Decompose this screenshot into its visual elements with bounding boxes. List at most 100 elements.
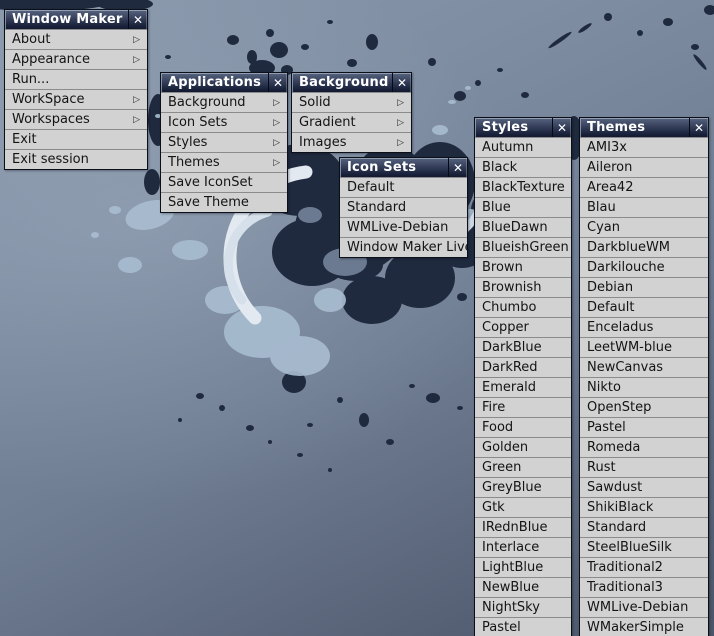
close-button[interactable]: ✕: [268, 73, 287, 92]
menu-item[interactable]: Workspaces ▷: [5, 109, 147, 129]
menu-item[interactable]: Standard: [340, 197, 467, 217]
menu-item[interactable]: Pastel: [580, 417, 708, 437]
menu-item[interactable]: Background ▷: [161, 92, 287, 112]
menu-item[interactable]: Interlace: [475, 537, 571, 557]
menu-item-label: Green: [482, 460, 521, 475]
menu-item[interactable]: Emerald: [475, 377, 571, 397]
menu-item[interactable]: ShikiBlack: [580, 497, 708, 517]
menu-item[interactable]: WMLive-Debian: [580, 597, 708, 617]
menu-item[interactable]: Save IconSet: [161, 172, 287, 192]
close-button[interactable]: ✕: [448, 158, 467, 177]
menu-item[interactable]: BlueDawn: [475, 217, 571, 237]
menu-item[interactable]: NewBlue: [475, 577, 571, 597]
menu-item[interactable]: Window Maker Live: [340, 237, 467, 257]
menu-item[interactable]: Enceladus: [580, 317, 708, 337]
close-button[interactable]: ✕: [552, 118, 571, 137]
menu-item[interactable]: NightSky: [475, 597, 571, 617]
menu-item[interactable]: Area42: [580, 177, 708, 197]
menu-item[interactable]: DarkRed: [475, 357, 571, 377]
menu-item[interactable]: OpenStep: [580, 397, 708, 417]
menu-item[interactable]: Fire: [475, 397, 571, 417]
menu-item[interactable]: Gtk: [475, 497, 571, 517]
menu-item-label: Run...: [12, 72, 49, 87]
menu-item[interactable]: Cyan: [580, 217, 708, 237]
menu-item-label: Autumn: [482, 140, 533, 155]
menu-item[interactable]: Exit session: [5, 149, 147, 169]
menu-window-maker-titlebar[interactable]: Window Maker ✕: [5, 10, 147, 29]
menu-item[interactable]: Default: [580, 297, 708, 317]
menu-item[interactable]: Pastel: [475, 617, 571, 636]
menu-item[interactable]: AMI3x: [580, 137, 708, 157]
menu-item[interactable]: Golden: [475, 437, 571, 457]
menu-item[interactable]: Debian: [580, 277, 708, 297]
menu-icon-sets-titlebar[interactable]: Icon Sets ✕: [340, 158, 467, 177]
menu-item[interactable]: Brown: [475, 257, 571, 277]
menu-item[interactable]: Traditional2: [580, 557, 708, 577]
menu-item[interactable]: Sawdust: [580, 477, 708, 497]
menu-background-titlebar[interactable]: Background ✕: [292, 73, 411, 92]
menu-item-label: BlackTexture: [482, 180, 565, 195]
menu-item[interactable]: IRednBlue: [475, 517, 571, 537]
close-button[interactable]: ✕: [689, 118, 708, 137]
close-icon: ✕: [557, 122, 567, 134]
menu-item[interactable]: Standard: [580, 517, 708, 537]
menu-item[interactable]: Chumbo: [475, 297, 571, 317]
menu-item[interactable]: Brownish: [475, 277, 571, 297]
menu-background: Background ✕ Solid ▷ Gradient ▷ Images ▷: [291, 72, 412, 153]
menu-item[interactable]: Darkilouche: [580, 257, 708, 277]
close-button[interactable]: ✕: [392, 73, 411, 92]
menu-item[interactable]: Styles ▷: [161, 132, 287, 152]
menu-item[interactable]: Romeda: [580, 437, 708, 457]
menu-item[interactable]: Aileron: [580, 157, 708, 177]
menu-item[interactable]: Exit: [5, 129, 147, 149]
menu-item-label: LeetWM-blue: [587, 340, 672, 355]
menu-item[interactable]: SteelBlueSilk: [580, 537, 708, 557]
menu-item[interactable]: Food: [475, 417, 571, 437]
menu-item[interactable]: DarkblueWM: [580, 237, 708, 257]
menu-item[interactable]: Blue: [475, 197, 571, 217]
menu-item-label: Brown: [482, 260, 523, 275]
menu-item[interactable]: DarkBlue: [475, 337, 571, 357]
menu-item[interactable]: BlackTexture: [475, 177, 571, 197]
menu-themes-titlebar[interactable]: Themes ✕: [580, 118, 708, 137]
menu-item[interactable]: Icon Sets ▷: [161, 112, 287, 132]
menu-item-label: BlueDawn: [482, 220, 548, 235]
menu-item[interactable]: Black: [475, 157, 571, 177]
menu-item[interactable]: Default: [340, 177, 467, 197]
menu-item[interactable]: Traditional3: [580, 577, 708, 597]
menu-item[interactable]: Autumn: [475, 137, 571, 157]
menu-title: Applications: [161, 73, 268, 92]
menu-item[interactable]: Solid ▷: [292, 92, 411, 112]
menu-item[interactable]: LeetWM-blue: [580, 337, 708, 357]
menu-item[interactable]: Nikto: [580, 377, 708, 397]
menu-item[interactable]: About ▷: [5, 29, 147, 49]
menu-item[interactable]: Copper: [475, 317, 571, 337]
menu-item[interactable]: Themes ▷: [161, 152, 287, 172]
menu-item-label: WorkSpace: [12, 92, 85, 107]
menu-item[interactable]: WMLive-Debian: [340, 217, 467, 237]
menu-item-label: Gradient: [299, 115, 356, 130]
menu-item[interactable]: Blau: [580, 197, 708, 217]
menu-item[interactable]: Appearance ▷: [5, 49, 147, 69]
menu-item-list: Background ▷ Icon Sets ▷ Styles ▷ Themes…: [161, 92, 287, 212]
menu-item[interactable]: Images ▷: [292, 132, 411, 152]
menu-item[interactable]: Rust: [580, 457, 708, 477]
menu-styles-titlebar[interactable]: Styles ✕: [475, 118, 571, 137]
menu-applications-titlebar[interactable]: Applications ✕: [161, 73, 287, 92]
close-button[interactable]: ✕: [128, 10, 147, 29]
menu-item[interactable]: Green: [475, 457, 571, 477]
menu-item[interactable]: WMakerSimple: [580, 617, 708, 636]
desktop[interactable]: Window Maker ✕ About ▷ Appearance ▷ Run.…: [0, 0, 714, 636]
menu-item[interactable]: Run...: [5, 69, 147, 89]
menu-item[interactable]: GreyBlue: [475, 477, 571, 497]
menu-item[interactable]: BlueishGreen: [475, 237, 571, 257]
menu-item[interactable]: NewCanvas: [580, 357, 708, 377]
menu-title: Window Maker: [5, 10, 128, 29]
close-icon: ✕: [133, 14, 143, 26]
menu-item[interactable]: Save Theme: [161, 192, 287, 212]
menu-item[interactable]: WorkSpace ▷: [5, 89, 147, 109]
menu-item[interactable]: LightBlue: [475, 557, 571, 577]
menu-item[interactable]: Gradient ▷: [292, 112, 411, 132]
menu-item-label: Default: [347, 180, 395, 195]
menu-item-label: Aileron: [587, 160, 632, 175]
